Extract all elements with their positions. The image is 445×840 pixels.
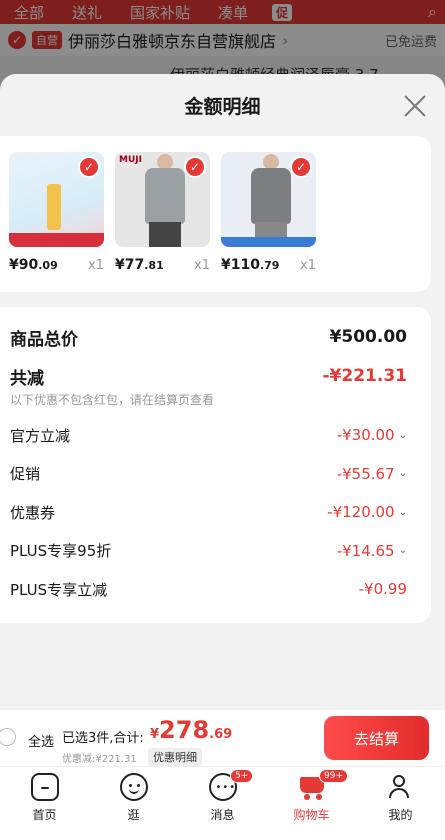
discount-total-label: 共减 bbox=[10, 368, 44, 389]
product-item[interactable]: ✓ ¥110.79 x1 bbox=[221, 152, 316, 292]
product-price: ¥110.79 bbox=[221, 257, 280, 273]
product-quantity: x1 bbox=[194, 258, 210, 273]
message-badge: 5+ bbox=[230, 769, 254, 783]
brand-logo: MUJI bbox=[119, 155, 142, 165]
selected-check-icon: ✓ bbox=[78, 156, 100, 178]
selected-count-text: 已选3件,合计: bbox=[62, 731, 144, 746]
discount-row-coupon[interactable]: 优惠券 -¥120.00 ⌄ bbox=[10, 493, 407, 532]
discount-detail-button[interactable]: 优惠明细 bbox=[148, 748, 202, 766]
discount-label: PLUS专享立减 bbox=[10, 580, 108, 599]
total-price-value: ¥500.00 bbox=[329, 327, 407, 347]
product-price: ¥90.09 bbox=[9, 257, 58, 273]
discount-value: -¥0.99 bbox=[358, 580, 407, 599]
discount-total-row: 共减 -¥221.31 bbox=[10, 363, 407, 389]
selected-check-icon: ✓ bbox=[184, 156, 206, 178]
sheet-title: 金额明细 bbox=[184, 95, 261, 118]
discount-row-official[interactable]: 官方立减 -¥30.00 ⌄ bbox=[10, 416, 407, 455]
discount-label: PLUS专享95折 bbox=[10, 542, 112, 561]
amount-details: 商品总价 ¥500.00 共减 -¥221.31 以下优惠不包含红包，请在结算页… bbox=[0, 307, 431, 623]
select-all-radio[interactable] bbox=[0, 728, 16, 746]
select-all-label[interactable]: 全选 bbox=[28, 731, 54, 750]
total-price-row: 商品总价 ¥500.00 bbox=[10, 321, 407, 353]
product-price: ¥77.81 bbox=[115, 257, 164, 273]
cart-badge: 99+ bbox=[319, 769, 348, 783]
product-image: MUJI ✓ bbox=[115, 152, 210, 247]
checkout-discount-line: 优惠减:¥221.31 bbox=[62, 754, 137, 765]
discount-row-plus-reduce: PLUS专享立减 -¥0.99 bbox=[10, 570, 407, 609]
nav-profile[interactable]: 我的 bbox=[356, 767, 445, 840]
bottom-navigation: 首页 逛 ••• 5+ 消息 99+ 购物车 我的 bbox=[0, 766, 445, 840]
product-image: ✓ bbox=[9, 152, 104, 247]
discount-row-promotion[interactable]: 促销 -¥55.67 ⌄ bbox=[10, 455, 407, 494]
discount-hint: 以下优惠不包含红包，请在结算页查看 bbox=[10, 393, 215, 407]
discount-value: -¥120.00 bbox=[327, 503, 395, 522]
nav-explore[interactable]: 逛 bbox=[89, 767, 178, 840]
explore-icon bbox=[119, 773, 148, 801]
checkout-bar: 全选 已选3件,合计: ¥278.69 优惠减:¥221.31 优惠明细 去结算 bbox=[0, 710, 445, 766]
discount-value: -¥30.00 bbox=[336, 426, 395, 445]
product-quantity: x1 bbox=[88, 258, 104, 273]
sheet-header: 金额明细 bbox=[0, 74, 445, 136]
total-price-label: 商品总价 bbox=[10, 329, 78, 350]
chevron-down-icon: ⌄ bbox=[398, 429, 407, 441]
product-strip: ✓ ¥90.09 x1 MUJI ✓ ¥77.81 x1 ✓ ¥110.79 x… bbox=[0, 136, 431, 292]
discount-value: -¥55.67 bbox=[336, 464, 395, 483]
product-item[interactable]: ✓ ¥90.09 x1 bbox=[9, 152, 104, 292]
chevron-down-icon: ⌄ bbox=[398, 545, 407, 557]
checkout-total: ¥278.69 bbox=[150, 716, 233, 744]
discount-row-plus-95[interactable]: PLUS专享95折 -¥14.65 ⌄ bbox=[10, 532, 407, 571]
product-quantity: x1 bbox=[300, 258, 316, 273]
chevron-down-icon: ⌄ bbox=[398, 506, 407, 518]
selected-check-icon: ✓ bbox=[290, 156, 312, 178]
chevron-down-icon: ⌄ bbox=[398, 468, 407, 480]
nav-messages[interactable]: ••• 5+ 消息 bbox=[178, 767, 267, 840]
close-icon[interactable] bbox=[403, 94, 427, 118]
product-image: ✓ bbox=[221, 152, 316, 247]
checkout-button[interactable]: 去结算 bbox=[324, 716, 429, 760]
nav-home[interactable]: 首页 bbox=[0, 767, 89, 840]
home-icon bbox=[30, 773, 59, 801]
nav-cart[interactable]: 99+ 购物车 bbox=[267, 767, 356, 840]
discount-value: -¥14.65 bbox=[336, 541, 395, 560]
product-item[interactable]: MUJI ✓ ¥77.81 x1 bbox=[115, 152, 210, 292]
profile-icon bbox=[387, 773, 415, 801]
discount-label: 官方立减 bbox=[10, 426, 71, 445]
discount-total-value: -¥221.31 bbox=[322, 366, 408, 386]
discount-label: 优惠券 bbox=[10, 503, 56, 522]
discount-label: 促销 bbox=[10, 465, 41, 484]
